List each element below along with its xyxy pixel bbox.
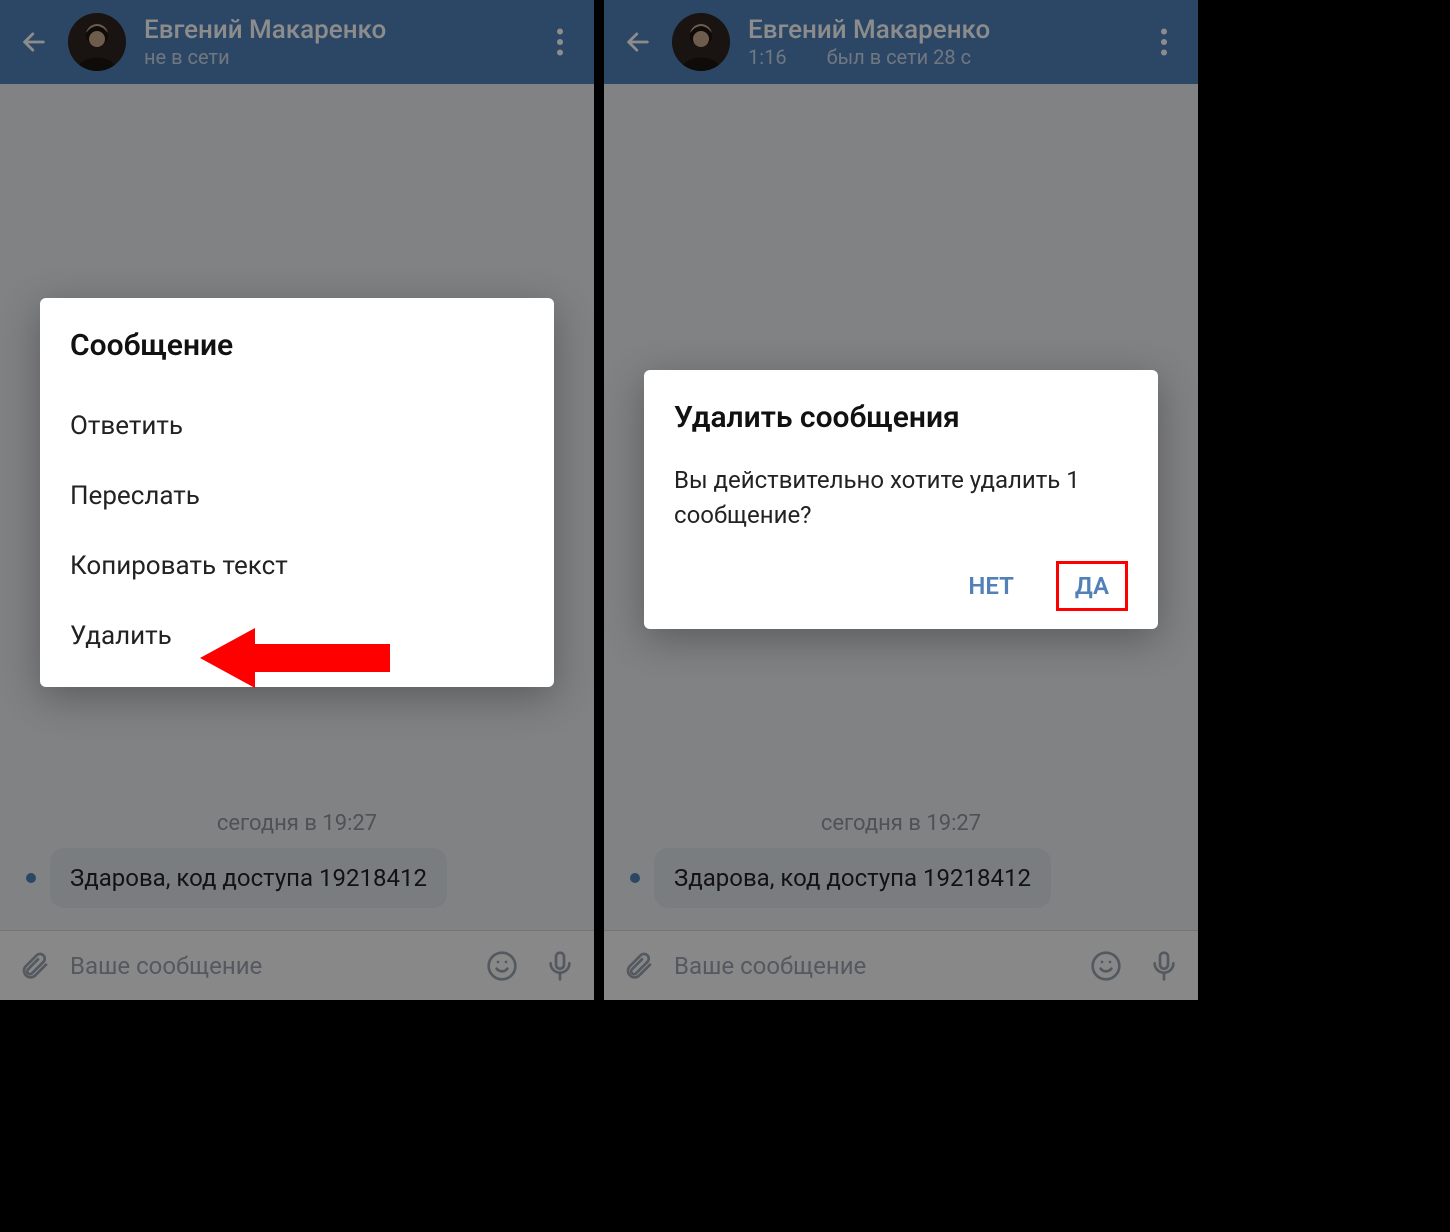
dialog-title: Удалить сообщения: [674, 400, 1128, 435]
dialog-body: Вы действительно хотите удалить 1 сообще…: [674, 463, 1128, 533]
no-button[interactable]: НЕТ: [952, 564, 1030, 608]
annotation-arrow-icon: [200, 628, 390, 688]
screen-left: Евгений Макаренко не в сети сегодня в 19…: [0, 0, 594, 1000]
dialog-actions: НЕТ ДА: [674, 561, 1128, 611]
action-forward[interactable]: Переслать: [70, 461, 524, 531]
action-reply[interactable]: Ответить: [70, 391, 524, 461]
yes-button[interactable]: ДА: [1056, 561, 1128, 611]
screen-right: Евгений Макаренко 1:16 был в сети 28 с с…: [604, 0, 1198, 1000]
delete-confirm-dialog: Удалить сообщения Вы действительно хотит…: [644, 370, 1158, 629]
dialog-title: Сообщение: [70, 328, 524, 363]
action-copy-text[interactable]: Копировать текст: [70, 531, 524, 601]
